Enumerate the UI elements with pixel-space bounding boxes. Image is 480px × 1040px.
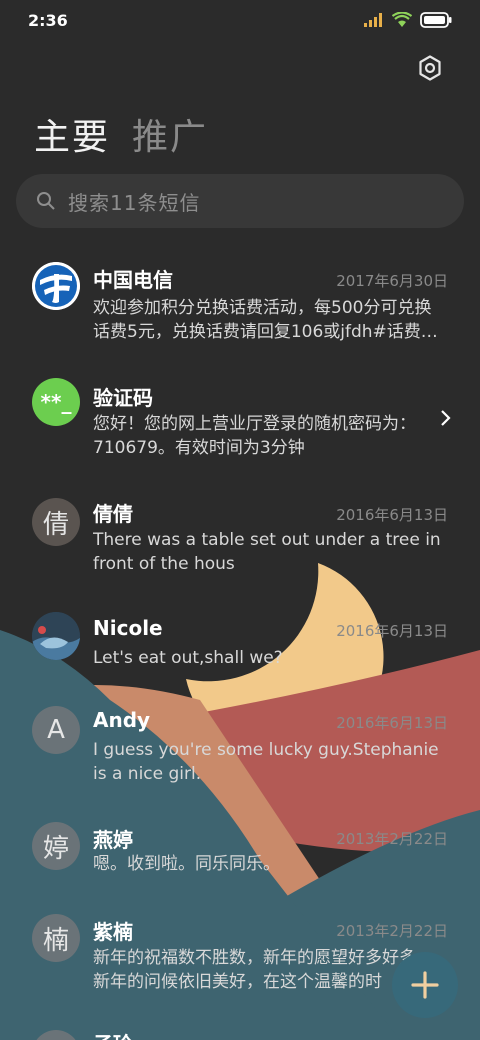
wifi-icon [392, 12, 412, 27]
avatar: 倩 [32, 498, 80, 546]
avatar: **_ [32, 378, 80, 426]
message-item[interactable]: **_ 验证码 您好！您的网上营业厅登录的随机密码为： 710679。有效时间为… [0, 372, 480, 482]
message-preview: There was a table set out under a tree i… [93, 528, 445, 576]
tab-promotions[interactable]: 推广 [132, 108, 208, 160]
message-preview: 嗯。收到啦。同乐同乐。 [93, 852, 445, 876]
message-date: 2016年6月13日 [336, 506, 448, 524]
avatar: 婷 [32, 822, 80, 870]
message-date: 2017年6月30日 [336, 272, 448, 290]
message-date: 2016年6月13日 [336, 714, 448, 732]
tab-primary[interactable]: 主要 [34, 108, 110, 160]
message-item[interactable]: 中国电信 2017年6月30日 欢迎参加积分兑换话费活动，每500分可兑换 话费… [0, 254, 480, 364]
preview-line: 话费5元，兑换话费请回复106或jfdh#话费… [93, 322, 438, 342]
status-bar: 2:36 [0, 0, 480, 40]
avatar: 楠 [32, 914, 80, 962]
search-placeholder: 搜索11条短信 [68, 190, 201, 215]
message-item[interactable]: 子玲 [0, 1024, 480, 1040]
contact-name: 子玲 [93, 1028, 133, 1040]
message-date: 2013年2月22日 [336, 922, 448, 940]
message-preview: 您好！您的网上营业厅登录的随机密码为： 710679。有效时间为3分钟 [93, 412, 433, 460]
chevron-right-icon[interactable] [440, 408, 452, 433]
contact-name: Andy [93, 708, 151, 732]
preview-line: 710679。有效时间为3分钟 [93, 438, 305, 458]
message-item[interactable]: A Andy 2016年6月13日 I guess you're some lu… [0, 702, 480, 812]
whale-photo [32, 612, 80, 660]
avatar [32, 1030, 80, 1040]
message-date: 2013年2月22日 [336, 830, 448, 848]
status-icons [364, 12, 452, 28]
message-preview: 欢迎参加积分兑换话费活动，每500分可兑换 话费5元，兑换话费请回复106或jf… [93, 296, 445, 344]
signal-icon [364, 13, 382, 27]
settings-button[interactable] [414, 52, 446, 84]
preview-line: 您好！您的网上营业厅登录的随机密码为： [93, 414, 416, 434]
contact-name: 紫楠 [93, 920, 133, 944]
preview-line: is a nice girl. [93, 764, 202, 784]
message-preview: I guess you're some lucky guy.Stephanie … [93, 738, 445, 786]
message-preview: Let's eat out,shall we? [93, 646, 445, 670]
search-icon [37, 192, 55, 210]
preview-line: 新年的祝福数不胜数，新年的愿望好多好多 [93, 948, 416, 968]
message-item[interactable]: 倩 倩倩 2016年6月13日 There was a table set ou… [0, 490, 480, 600]
contact-name: 验证码 [93, 386, 153, 410]
new-message-button[interactable] [392, 952, 458, 1018]
contact-name: 燕婷 [93, 828, 133, 852]
search-input[interactable]: 搜索11条短信 [16, 174, 464, 228]
battery-icon [420, 12, 452, 28]
contact-name: 中国电信 [93, 268, 173, 292]
gear-icon [419, 55, 441, 81]
contact-name: 倩倩 [93, 502, 133, 526]
tab-bar: 主要 推广 [34, 108, 208, 160]
preview-line: There was a table set out under a tree i… [93, 530, 441, 550]
avatar: A [32, 706, 80, 754]
preview-line: front of the hous [93, 554, 235, 574]
china-telecom-logo [32, 262, 80, 310]
avatar [32, 262, 80, 310]
message-date: 2016年6月13日 [336, 622, 448, 640]
preview-line: I guess you're some lucky guy.Stephanie [93, 740, 439, 760]
plus-icon [411, 971, 439, 999]
preview-line: 嗯。收到啦。同乐同乐。 [93, 854, 280, 874]
contact-name: Nicole [93, 616, 163, 640]
preview-line: 欢迎参加积分兑换话费活动，每500分可兑换 [93, 298, 432, 318]
status-time: 2:36 [28, 10, 68, 30]
avatar [32, 612, 80, 660]
preview-line: Let's eat out,shall we? [93, 648, 283, 668]
